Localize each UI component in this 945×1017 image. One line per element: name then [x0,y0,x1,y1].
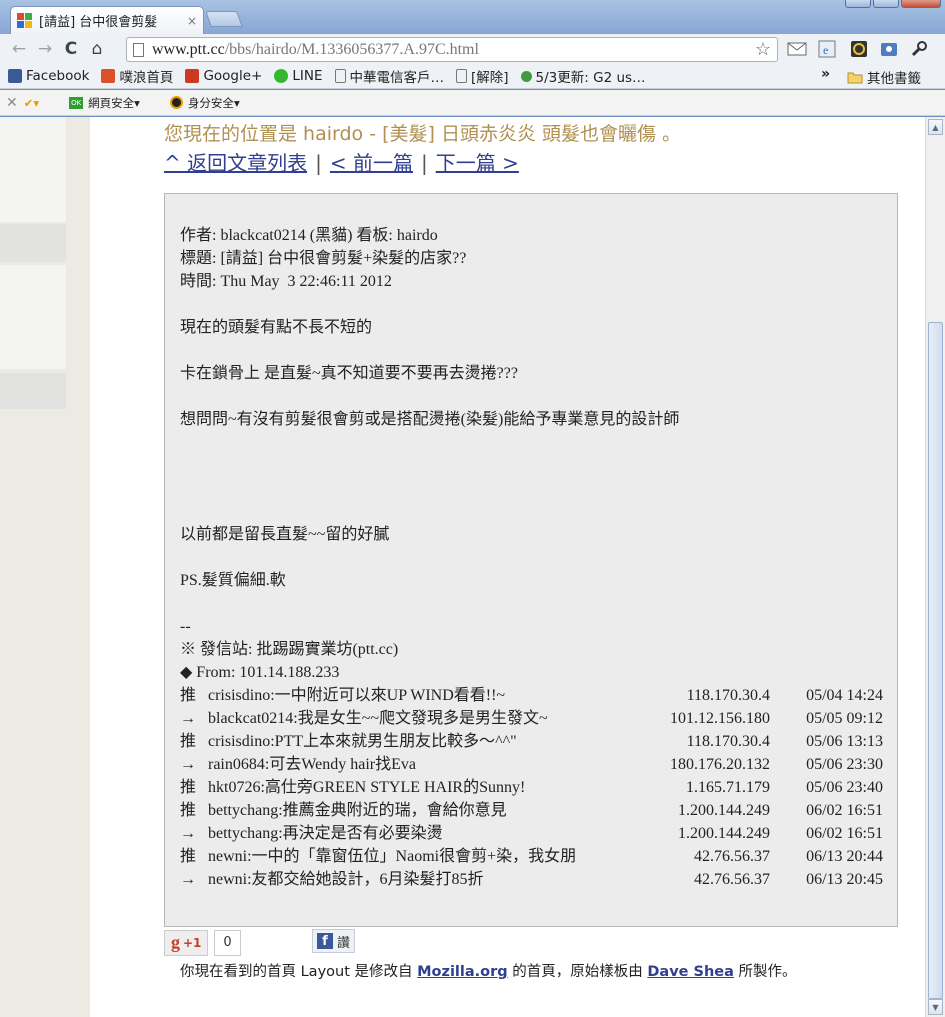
folder-icon [847,72,863,83]
article-navigation: ^ 返回文章列表 | < 前一篇 | 下一篇 > [164,151,519,175]
bookmark-line[interactable]: LINE [274,68,323,84]
left-margin [0,117,90,1017]
address-bar[interactable]: www.ptt.cc /bbs/hairdo/M.1336056377.A.97… [126,37,778,62]
bookmarks-bar: Facebook 噗浪首頁 Google+ LINE 中華電信客戶… [解除] … [0,64,945,89]
bookmark-release[interactable]: [解除] [456,66,509,86]
vertical-scrollbar[interactable]: ▲ ▼ [925,117,945,1017]
bookmark-facebook[interactable]: Facebook [8,68,89,84]
scroll-thumb[interactable] [928,322,943,999]
push-comment: → bettychang:再決定是否有必要染燙 1.200.144.249 06/02… [180,825,883,842]
back-to-list-link[interactable]: ^ 返回文章列表 [164,151,307,175]
current-location: 您現在的位置是 hairdo - [美髮] 日頭赤炎炎 頭髮也會曬傷 。 [164,123,682,145]
wrench-menu-icon[interactable] [908,39,930,59]
post-time: 時間: Thu May 3 22:46:11 2012 [180,273,392,290]
page-footer: 你現在看到的首頁 Layout 是修改自 Mozilla.org 的首頁，原始樣… [180,964,797,980]
check-dropdown-icon[interactable]: ✔▾ [24,96,39,110]
g2-icon [520,70,532,82]
post-text: 卡在鎖骨上 是直髮~真不知道要不要再去燙捲??? [180,365,518,382]
page-viewport: 您現在的位置是 hairdo - [美髮] 日頭赤炎炎 頭髮也會曬傷 。 ^ 返… [0,117,925,1017]
security-addon-bar: ✕ ✔▾ OK 網頁安全 ▾ 身分安全 ▾ [0,90,945,116]
plurk-icon [101,69,116,83]
mozilla-link[interactable]: Mozilla.org [417,964,508,980]
google-plus-icon [185,69,200,83]
push-comment: 推 crisisdino:PTT上本來就男生朋友比較多～^^" 118.170.30… [180,733,883,750]
bookmark-g2-update[interactable]: 5/3更新: G2 us… [520,66,646,86]
ptt-favicon-icon [17,12,33,29]
gmail-checker-icon[interactable] [786,39,808,59]
bookmark-google-plus[interactable]: Google+ [185,68,262,84]
minimize-button[interactable] [845,0,871,8]
facebook-icon [8,69,22,83]
new-tab-button[interactable] [205,11,243,27]
svg-text:e: e [823,43,828,57]
google-g-icon: g [171,932,180,952]
signature-from: ◆ From: 101.14.188.233 [180,664,340,681]
browser-tab[interactable]: [請益] 台中很會剪髮 × [10,6,204,34]
push-comment: → newni:友都交給她設計，6月染髮打85折 42.76.56.37 06/13 … [180,871,883,888]
social-buttons: g +1 0 f讚 [164,928,356,957]
push-comment: 推 newni:一中的「靠窗伍位」Naomi很會剪+染，我女朋 42.76.56.3… [180,848,883,865]
url-path: /bbs/hairdo/M.1336056377.A.97C.html [224,40,479,58]
window-controls [845,0,941,8]
post-text: 想問問~有沒有剪髮很會剪或是搭配燙捲(染髮)能給予專業意見的設計師 [180,411,680,428]
post-text: 現在的頭髮有點不長不短的 [180,319,373,336]
home-icon[interactable]: ⌂ [84,36,110,62]
back-arrow-icon[interactable]: ← [6,36,32,62]
ie-tab-icon[interactable]: e [816,39,838,59]
page-icon [456,69,467,83]
plus-one-count: 0 [214,929,241,956]
identity-safety-menu[interactable]: 身分安全 ▾ [169,95,240,111]
close-bar-icon[interactable]: ✕ [6,95,18,111]
next-article-link[interactable]: 下一篇 > [436,151,519,175]
google-plus-one-button[interactable]: g +1 [164,929,209,956]
scroll-down-arrow-icon[interactable]: ▼ [928,999,943,1015]
reload-icon[interactable]: C [58,36,84,62]
signature-site: ※ 發信站: 批踢踢實業坊(ptt.cc) [180,641,399,658]
post-text: PS.髮質偏細.軟 [180,572,286,589]
title-bar: [請益] 台中很會剪髮 × [0,0,945,34]
line-icon [274,69,289,83]
ok-badge-icon: OK [69,96,84,109]
post-author: 作者: blackcat0214 (黑貓) 看板: hairdo [180,227,438,244]
web-safety-menu[interactable]: OK 網頁安全 ▾ [69,95,140,111]
post-text: 以前都是留長直髮~~留的好膩 [180,526,390,543]
facebook-f-icon: f [317,933,333,949]
push-comment: 推 crisisdino:一中附近可以來UP WIND看看!!~ 118.170.3… [180,687,883,704]
facebook-like-button[interactable]: f讚 [312,929,356,953]
post-title: 標題: [請益] 台中很會剪髮+染髮的店家?? [180,250,467,267]
extension-gear-icon[interactable] [878,39,900,59]
bookmark-plurk[interactable]: 噗浪首頁 [101,66,173,86]
scroll-up-arrow-icon[interactable]: ▲ [928,119,943,135]
dave-shea-link[interactable]: Dave Shea [647,964,734,980]
push-comment: → blackcat0214:我是女生~~爬文發現多是男生發文~ 101.12.15… [180,710,883,727]
browser-toolbar: ← → C ⌂ www.ptt.cc /bbs/hairdo/M.1336056… [0,34,945,64]
push-comment: 推 bettychang:推薦金典附近的瑞，會給你意見 1.200.144.249 0… [180,802,883,819]
url-host: www.ptt.cc [152,40,225,58]
bookmark-chunghwa[interactable]: 中華電信客戶… [334,66,444,86]
page-icon [334,69,346,83]
other-bookmarks-folder[interactable]: 其他書籤 [847,67,921,87]
previous-article-link[interactable]: < 前一篇 [330,151,413,175]
signature-divider: -- [180,618,191,635]
bookmarks-overflow-chevron-icon[interactable]: » [821,66,830,82]
close-window-button[interactable] [901,0,941,8]
bookmark-star-icon[interactable]: ☆ [755,39,771,60]
page-icon [133,42,144,57]
maximize-button[interactable] [873,0,899,8]
tab-title: [請益] 台中很會剪髮 [39,15,158,30]
push-comment: 推 hkt0726:高仕旁GREEN STYLE HAIR的Sunny! 1.165… [180,779,883,796]
post-body: 作者: blackcat0214 (黑貓) 看板: hairdo 標題: [請益… [164,193,898,927]
forward-arrow-icon[interactable]: → [32,36,58,62]
speed-dial-icon[interactable] [848,39,870,59]
tab-close-icon[interactable]: × [187,14,197,28]
push-comment: → rain0684:可去Wendy hair找Eva 180.176.20.132… [180,756,883,773]
identity-shield-icon [169,96,183,109]
